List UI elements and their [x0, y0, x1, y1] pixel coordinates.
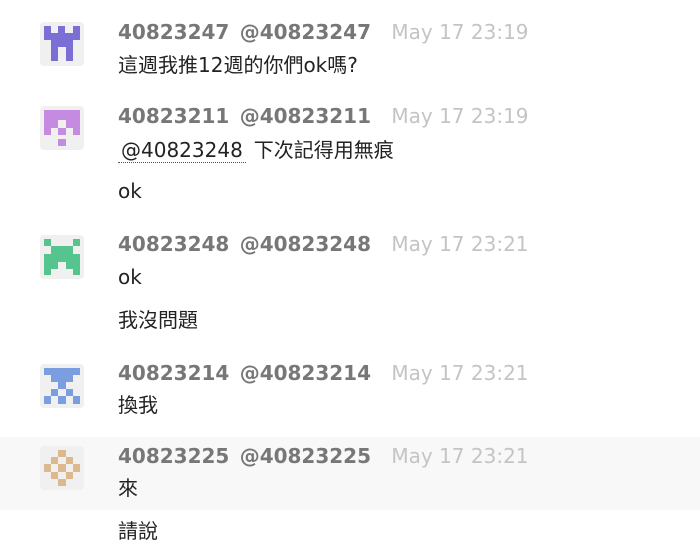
username[interactable]: 40823247: [118, 20, 229, 44]
message-header: 40823225 @40823225 May 17 23:21: [118, 443, 529, 469]
message-item: 40823214 @40823214 May 17 23:21 換我: [0, 355, 700, 437]
message-text: 請說: [118, 519, 158, 543]
message-item: 40823248 @40823248 May 17 23:21 ok 我沒問題: [0, 225, 700, 355]
avatar[interactable]: [40, 235, 84, 279]
message-text: ok: [118, 265, 142, 289]
timestamp: May 17 23:19: [391, 20, 529, 44]
avatar[interactable]: [40, 22, 84, 66]
timestamp: May 17 23:21: [391, 361, 529, 385]
message-text: ok: [118, 179, 142, 203]
avatar[interactable]: [40, 446, 84, 490]
user-handle[interactable]: @40823247: [240, 20, 371, 44]
user-handle[interactable]: @40823248: [240, 232, 371, 256]
message-feed: 40823247 @40823247 May 17 23:19 這週我推12週的…: [0, 0, 700, 553]
user-handle[interactable]: @40823214: [240, 361, 371, 385]
user-handle[interactable]: @40823225: [240, 444, 371, 468]
message-text: 換我: [118, 393, 158, 417]
identicon-avatar-icon: [44, 110, 80, 146]
identicon-avatar-icon: [44, 239, 80, 275]
message-text: 我沒問題: [118, 308, 198, 332]
identicon-avatar-icon: [44, 450, 80, 486]
message-item: 40823211 @40823211 May 17 23:19 @4082324…: [0, 95, 700, 225]
message-text: @40823248 下次記得用無痕: [118, 136, 394, 164]
message-header: 40823247 @40823247 May 17 23:19: [118, 19, 529, 45]
message-header: 40823248 @40823248 May 17 23:21: [118, 231, 529, 257]
message-text: 來: [118, 476, 138, 500]
username[interactable]: 40823225: [118, 444, 229, 468]
message-text-body: 下次記得用無痕: [253, 138, 394, 162]
identicon-avatar-icon: [44, 26, 80, 61]
username[interactable]: 40823214: [118, 361, 229, 385]
timestamp: May 17 23:21: [391, 444, 529, 468]
timestamp: May 17 23:21: [391, 232, 529, 256]
identicon-avatar-icon: [44, 368, 80, 404]
message-item: 40823247 @40823247 May 17 23:19 這週我推12週的…: [0, 0, 700, 95]
user-mention[interactable]: @40823248: [118, 138, 246, 163]
avatar[interactable]: [40, 106, 84, 150]
username[interactable]: 40823211: [118, 104, 229, 128]
message-item: 40823225 @40823225 May 17 23:21 來: [0, 437, 700, 510]
avatar[interactable]: [40, 364, 84, 408]
message-text: 這週我推12週的你們ok嗎?: [118, 53, 358, 77]
message-header: 40823211 @40823211 May 17 23:19: [118, 103, 529, 129]
username[interactable]: 40823248: [118, 232, 229, 256]
timestamp: May 17 23:19: [391, 104, 529, 128]
message-header: 40823214 @40823214 May 17 23:21: [118, 360, 529, 386]
user-handle[interactable]: @40823211: [240, 104, 371, 128]
